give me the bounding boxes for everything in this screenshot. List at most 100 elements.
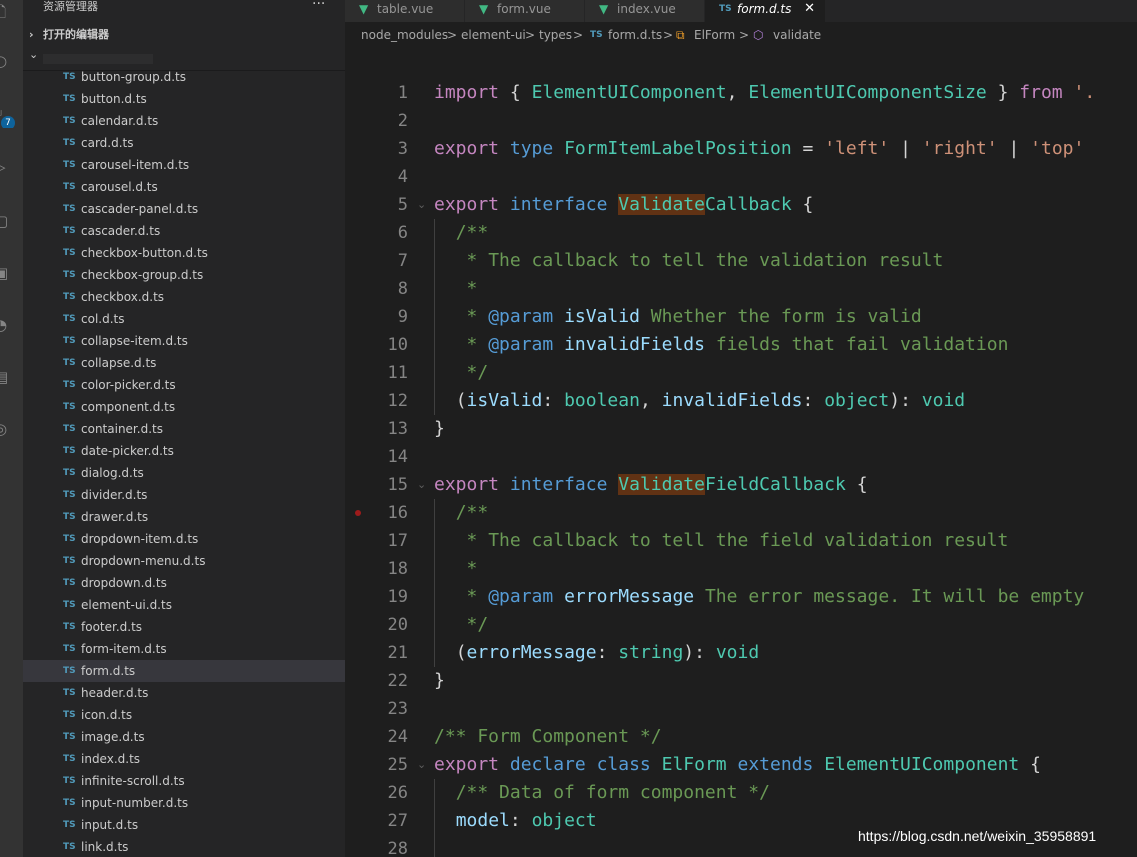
explorer-title: 资源管理器	[43, 0, 98, 13]
file-tree-item[interactable]: TS dialog.d.ts	[23, 462, 345, 484]
ts-file-icon: TS	[63, 666, 76, 676]
remote-icon[interactable]: ▢	[0, 210, 23, 234]
file-tree-item[interactable]: TS carousel-item.d.ts	[23, 154, 345, 176]
ts-file-icon: TS	[63, 468, 76, 478]
file-tree-item[interactable]: TS drawer.d.ts	[23, 506, 345, 528]
file-tree-item[interactable]: TS footer.d.ts	[23, 616, 345, 638]
breadcrumb-item-elform[interactable]: ElForm	[694, 22, 735, 48]
breadcrumb-item-form-d-ts[interactable]: form.d.ts	[608, 22, 662, 48]
file-name: icon.d.ts	[81, 708, 133, 722]
file-tree-item[interactable]: TS input-number.d.ts	[23, 792, 345, 814]
file-tree-item[interactable]: TS cascader-panel.d.ts	[23, 198, 345, 220]
file-tree-item[interactable]: TS card.d.ts	[23, 132, 345, 154]
breadcrumb-item-element-ui[interactable]: element-ui	[461, 22, 526, 48]
open-editors-section[interactable]: › 打开的编辑器	[23, 24, 345, 46]
ts-file-icon: TS	[63, 402, 76, 412]
line-number: 14	[387, 447, 408, 467]
ts-file-icon: TS	[63, 248, 76, 258]
file-tree-item[interactable]: TS color-picker.d.ts	[23, 374, 345, 396]
file-tree-item[interactable]: TS dropdown-item.d.ts	[23, 528, 345, 550]
ts-file-icon: TS	[63, 292, 76, 302]
ts-file-icon: TS	[63, 776, 76, 786]
tab-label: form.d.ts	[737, 2, 792, 16]
file-tree-item[interactable]: TS calendar.d.ts	[23, 110, 345, 132]
settings-icon[interactable]: ◎	[0, 418, 23, 442]
search-highlight: Validate	[618, 474, 705, 495]
file-name: button-group.d.ts	[81, 70, 186, 84]
file-tree-item[interactable]: TS button.d.ts	[23, 88, 345, 110]
search-icon[interactable]: ○	[0, 50, 23, 74]
line-number: 12	[387, 391, 408, 411]
run-icon[interactable]: ▷	[0, 156, 23, 180]
file-tree-item[interactable]: TS form.d.ts	[23, 660, 345, 682]
file-tree-item[interactable]: TS collapse-item.d.ts	[23, 330, 345, 352]
class-symbol-icon: ⧉	[676, 28, 685, 42]
tab-table-vue[interactable]: ▼ table.vue	[345, 0, 465, 22]
breadcrumb-separator: >	[663, 28, 674, 42]
file-tree-item[interactable]: TS header.d.ts	[23, 682, 345, 704]
extensions-icon[interactable]: ▣	[0, 262, 23, 286]
ts-file-icon: TS	[590, 30, 603, 40]
file-tree-item[interactable]: TS cascader.d.ts	[23, 220, 345, 242]
line-number: 2	[397, 111, 408, 131]
file-tree-item[interactable]: TS checkbox-group.d.ts	[23, 264, 345, 286]
open-editors-label: 打开的编辑器	[43, 28, 109, 41]
file-name: carousel-item.d.ts	[81, 158, 190, 172]
breadcrumb-item-types[interactable]: types	[539, 22, 572, 48]
source-control-badge: 7	[1, 116, 15, 128]
tab-form-vue[interactable]: ▼ form.vue	[465, 0, 585, 22]
breadcrumb-separator: >	[447, 28, 458, 42]
file-tree-item[interactable]: TS divider.d.ts	[23, 484, 345, 506]
line-number: 27	[387, 811, 408, 831]
file-tree-item[interactable]: TS date-picker.d.ts	[23, 440, 345, 462]
file-tree-item[interactable]: TS carousel.d.ts	[23, 176, 345, 198]
more-actions-button[interactable]: ···	[312, 0, 325, 12]
ts-file-icon: TS	[63, 116, 76, 126]
line-number: 5	[397, 195, 408, 215]
line-number: 9	[397, 307, 408, 327]
code-line: 15 ⌄ export interface ValidateFieldCallb…	[345, 471, 1137, 499]
breadcrumb-item-validate[interactable]: validate	[773, 22, 821, 48]
file-tree-item[interactable]: TS container.d.ts	[23, 418, 345, 440]
file-name: footer.d.ts	[81, 620, 143, 634]
file-tree-item[interactable]: TS col.d.ts	[23, 308, 345, 330]
ts-file-icon: TS	[63, 226, 76, 236]
line-number: 18	[387, 559, 408, 579]
notes-icon[interactable]: ▤	[0, 366, 23, 390]
code-line: 20 */	[345, 611, 1137, 639]
activity-bar: 🗋 ○ ⑂7 ▷ ▢ ▣ ◔ ▤ ◎	[0, 0, 23, 857]
file-tree-item[interactable]: TS button-group.d.ts	[23, 66, 345, 88]
fold-chevron-icon[interactable]: ⌄	[417, 471, 426, 499]
file-tree-item[interactable]: TS link.d.ts	[23, 836, 345, 857]
timeline-icon[interactable]: ◔	[0, 314, 23, 338]
source-control-icon[interactable]: ⑂7	[0, 104, 23, 128]
code-line: 2	[345, 107, 1137, 135]
file-tree-item[interactable]: TS input.d.ts	[23, 814, 345, 836]
file-name: cascader.d.ts	[81, 224, 161, 238]
file-name: checkbox.d.ts	[81, 290, 165, 304]
files-icon[interactable]: 🗋	[0, 0, 23, 24]
file-tree-item[interactable]: TS dropdown.d.ts	[23, 572, 345, 594]
file-tree-item[interactable]: TS index.d.ts	[23, 748, 345, 770]
tab-form-d-ts[interactable]: TS form.d.ts ✕	[705, 0, 826, 22]
file-tree-item[interactable]: TS image.d.ts	[23, 726, 345, 748]
file-tree-item[interactable]: TS checkbox-button.d.ts	[23, 242, 345, 264]
file-name: button.d.ts	[81, 92, 147, 106]
file-tree-item[interactable]: TS checkbox.d.ts	[23, 286, 345, 308]
ts-file-icon: TS	[63, 358, 76, 368]
code-line: 6 /**	[345, 219, 1137, 247]
fold-chevron-icon[interactable]: ⌄	[417, 191, 426, 219]
ts-file-icon: TS	[63, 622, 76, 632]
code-editor[interactable]: 1 import { ElementUIComponent, ElementUI…	[345, 48, 1137, 857]
close-icon[interactable]: ✕	[804, 0, 815, 18]
file-tree-item[interactable]: TS dropdown-menu.d.ts	[23, 550, 345, 572]
file-tree-item[interactable]: TS component.d.ts	[23, 396, 345, 418]
breadcrumb-item-node-modules[interactable]: node_modules	[361, 22, 448, 48]
tab-index-vue[interactable]: ▼ index.vue	[585, 0, 705, 22]
file-tree-item[interactable]: TS infinite-scroll.d.ts	[23, 770, 345, 792]
fold-chevron-icon[interactable]: ⌄	[417, 751, 426, 779]
file-tree-item[interactable]: TS element-ui.d.ts	[23, 594, 345, 616]
file-tree-item[interactable]: TS form-item.d.ts	[23, 638, 345, 660]
file-tree-item[interactable]: TS collapse.d.ts	[23, 352, 345, 374]
file-tree-item[interactable]: TS icon.d.ts	[23, 704, 345, 726]
